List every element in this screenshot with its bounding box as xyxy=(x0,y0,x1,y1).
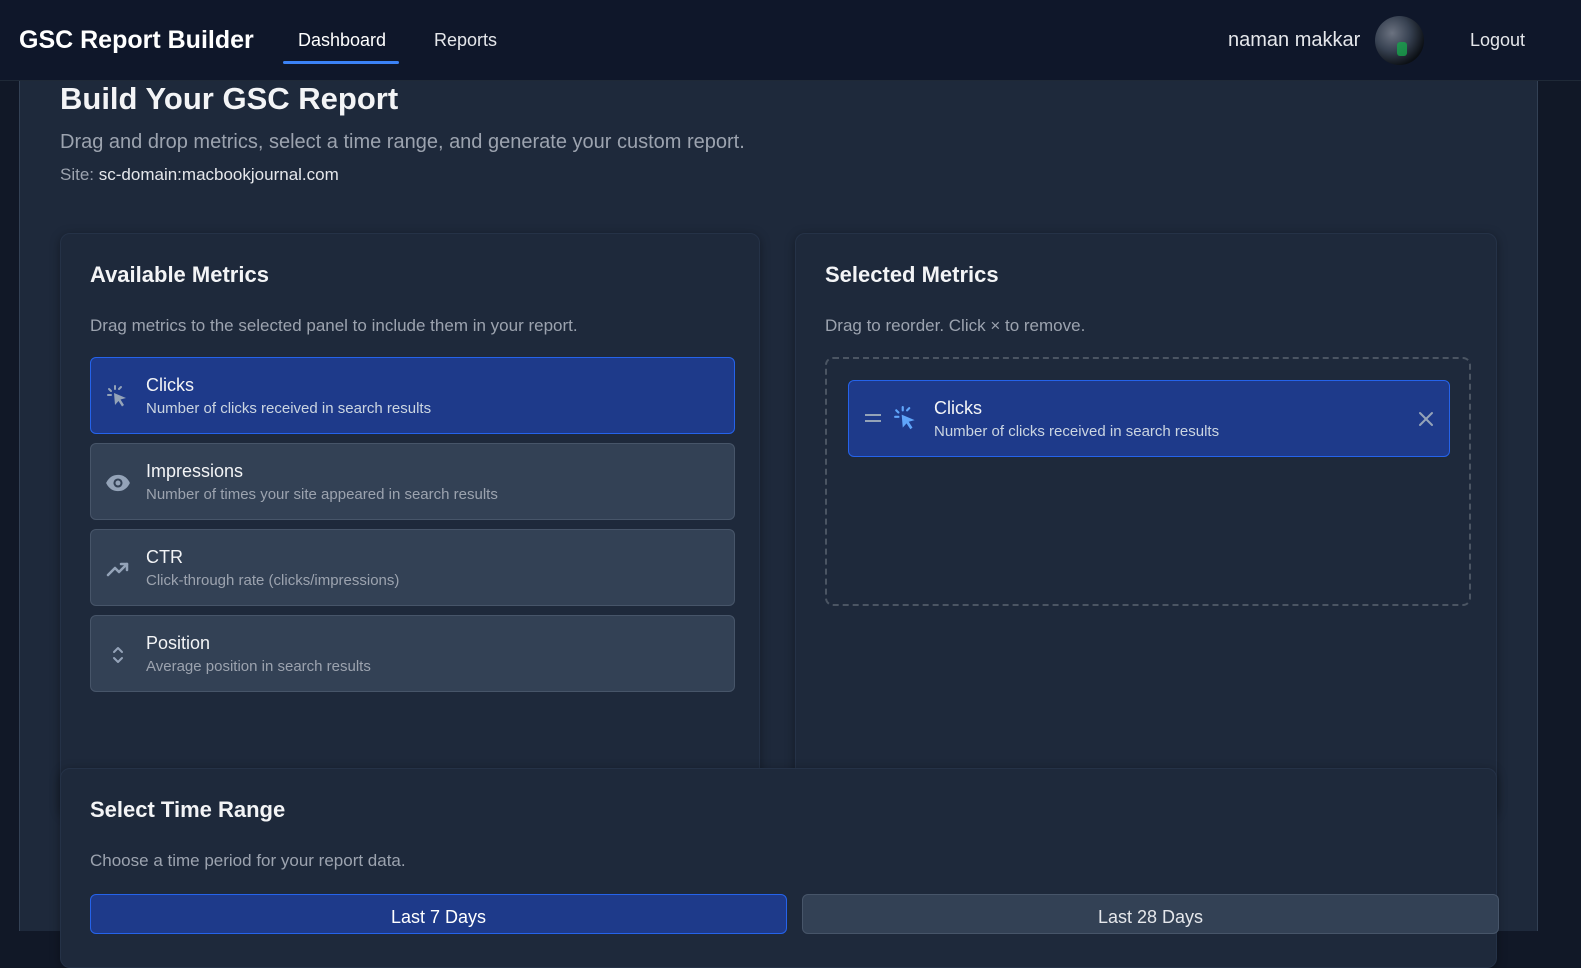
eye-icon xyxy=(105,470,131,496)
metric-name: Impressions xyxy=(146,461,244,481)
site-label: Site: xyxy=(60,165,95,184)
time-range-last-28-days[interactable]: Last 28 Days xyxy=(802,894,1499,934)
remove-metric-button[interactable] xyxy=(1417,410,1435,428)
app-title: GSC Report Builder xyxy=(19,26,254,54)
metric-description: Average position in search results xyxy=(146,658,371,675)
metric-name: CTR xyxy=(146,547,183,567)
time-range-title: Select Time Range xyxy=(90,797,286,822)
logout-button[interactable]: Logout xyxy=(1470,30,1525,51)
tab-dashboard[interactable]: Dashboard xyxy=(298,30,386,51)
cursor-click-icon xyxy=(893,406,919,432)
main-content: Build Your GSC Report Drag and drop metr… xyxy=(19,81,1538,968)
available-metrics-panel: Available Metrics Drag metrics to the se… xyxy=(60,233,760,815)
metric-name: Clicks xyxy=(146,375,194,395)
metric-name: Position xyxy=(146,633,211,653)
page-title: Build Your GSC Report xyxy=(60,81,399,116)
top-navbar: GSC Report Builder Dashboard Reports nam… xyxy=(0,0,1581,81)
selected-metric-description: Number of clicks received in search resu… xyxy=(934,423,1220,440)
selected-metrics-panel: Selected Metrics Drag to reorder. Click … xyxy=(795,233,1497,815)
user-name: naman makkar xyxy=(1228,29,1361,51)
site-value: sc-domain:macbookjournal.com xyxy=(98,165,339,184)
metric-card-ctr[interactable]: CTR Click-through rate (clicks/impressio… xyxy=(90,529,735,606)
selected-metric-clicks[interactable]: Clicks Number of clicks received in sear… xyxy=(848,380,1450,457)
selected-metrics-description: Drag to reorder. Click × to remove. xyxy=(825,316,1086,335)
active-tab-indicator xyxy=(283,61,399,64)
tab-reports[interactable]: Reports xyxy=(434,30,497,51)
site-info: Site: sc-domain:macbookjournal.com xyxy=(60,165,339,185)
time-range-last-7-days[interactable]: Last 7 Days xyxy=(90,894,787,934)
page-subtitle: Drag and drop metrics, select a time ran… xyxy=(60,131,745,153)
drag-handle-icon[interactable] xyxy=(865,414,881,424)
avatar[interactable] xyxy=(1375,16,1424,65)
metric-description: Number of times your site appeared in se… xyxy=(146,486,498,503)
available-metrics-description: Drag metrics to the selected panel to in… xyxy=(90,316,578,335)
metric-card-position[interactable]: Position Average position in search resu… xyxy=(90,615,735,692)
trending-up-icon xyxy=(105,556,131,582)
selected-metrics-dropzone[interactable]: Clicks Number of clicks received in sear… xyxy=(825,357,1471,606)
cursor-click-icon xyxy=(105,384,131,410)
metric-card-clicks[interactable]: Clicks Number of clicks received in sear… xyxy=(90,357,735,434)
metric-description: Number of clicks received in search resu… xyxy=(146,400,432,417)
close-icon xyxy=(1419,412,1433,426)
selected-metric-name: Clicks xyxy=(934,398,982,418)
available-metrics-title: Available Metrics xyxy=(90,262,269,287)
metric-card-impressions[interactable]: Impressions Number of times your site ap… xyxy=(90,443,735,520)
metric-description: Click-through rate (clicks/impressions) xyxy=(146,572,400,589)
selected-metrics-title: Selected Metrics xyxy=(825,262,999,287)
time-range-panel: Select Time Range Choose a time period f… xyxy=(60,768,1499,968)
up-down-chevron-icon xyxy=(105,642,131,668)
time-range-description: Choose a time period for your report dat… xyxy=(90,851,406,870)
